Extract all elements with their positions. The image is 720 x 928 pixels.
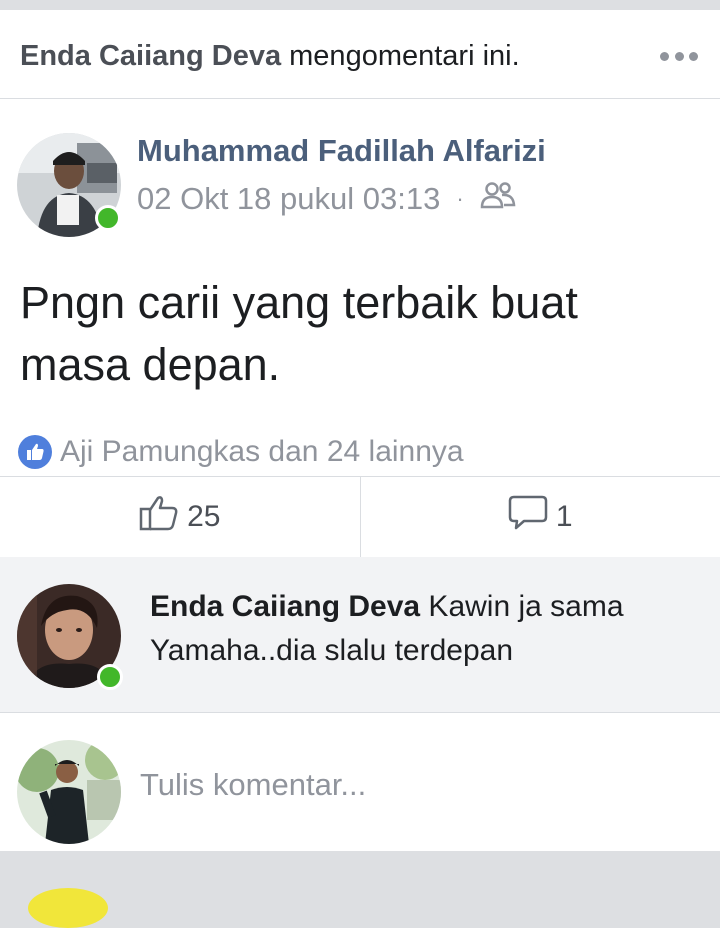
comment-input[interactable]: Tulis komentar... bbox=[140, 767, 366, 803]
reactions-summary[interactable]: Aji Pamungkas dan 24 lainnya bbox=[18, 434, 464, 470]
like-button[interactable]: 25 bbox=[0, 477, 360, 557]
post-body-text: Pngn carii yang terbaik buat masa depan. bbox=[20, 272, 700, 396]
comment-composer: Tulis komentar... bbox=[0, 713, 720, 851]
post-header: Muhammad Fadillah Alfarizi 02 Okt 18 puk… bbox=[0, 125, 720, 235]
online-indicator bbox=[95, 205, 121, 231]
comment-author-link[interactable]: Enda Caiiang Deva bbox=[150, 590, 420, 623]
next-story-avatar bbox=[28, 888, 108, 928]
reactions-text: Aji Pamungkas dan 24 lainnya bbox=[60, 435, 464, 469]
comment-count: 1 bbox=[556, 500, 573, 534]
comment-button[interactable]: 1 bbox=[360, 477, 720, 557]
commenter-online-indicator bbox=[97, 664, 123, 690]
like-reaction-icon bbox=[18, 435, 52, 469]
post-timestamp[interactable]: 02 Okt 18 pukul 03:13 bbox=[137, 181, 440, 217]
activity-text: Enda Caiiang Deva mengomentari ini. bbox=[20, 40, 520, 73]
meta-separator: · bbox=[456, 186, 463, 212]
post-author-name[interactable]: Muhammad Fadillah Alfarizi bbox=[137, 133, 546, 169]
thumbs-up-icon bbox=[139, 494, 179, 540]
activity-actor-link[interactable]: Enda Caiiang Deva bbox=[20, 40, 281, 72]
comment-item: Enda Caiiang Deva Kawin ja sama Yamaha..… bbox=[0, 557, 720, 713]
action-bar: 25 1 bbox=[0, 476, 720, 558]
activity-header: Enda Caiiang Deva mengomentari ini. bbox=[0, 10, 720, 99]
more-dots-icon[interactable] bbox=[660, 50, 698, 62]
activity-action: mengomentari ini. bbox=[281, 40, 520, 72]
friends-icon bbox=[480, 180, 516, 218]
feed-story-card: Enda Caiiang Deva mengomentari ini. Muha… bbox=[0, 10, 720, 851]
current-user-avatar bbox=[17, 740, 121, 844]
post-meta: 02 Okt 18 pukul 03:13 · bbox=[137, 180, 516, 218]
like-count: 25 bbox=[187, 500, 220, 534]
comment-icon bbox=[508, 494, 548, 540]
comment-text: Enda Caiiang Deva Kawin ja sama Yamaha..… bbox=[150, 585, 690, 673]
